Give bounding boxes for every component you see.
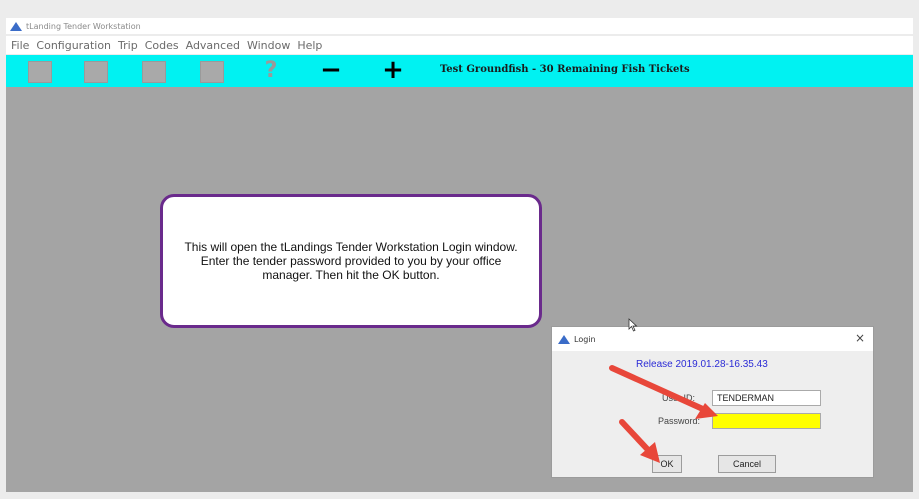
ok-button[interactable]: OK [652,455,682,473]
open-icon[interactable] [84,61,108,83]
password-label: Password: [658,416,701,426]
status-text: Test Groundfish - 30 Remaining Fish Tick… [440,64,690,75]
dialog-app-icon [558,334,570,344]
menu-codes[interactable]: Codes [145,39,179,52]
menu-trip[interactable]: Trip [118,39,138,52]
menu-bar: File Configuration Trip Codes Advanced W… [6,36,913,54]
close-icon[interactable]: × [855,331,865,345]
release-label: Release 2019.01.28-16.35.43 [636,359,768,370]
user-id-label: User ID: [662,393,696,403]
menu-advanced[interactable]: Advanced [186,39,240,52]
menu-configuration[interactable]: Configuration [36,39,111,52]
window-titlebar: tLanding Tender Workstation [6,18,913,34]
dialog-title: Login [574,334,596,344]
menu-file[interactable]: File [11,39,29,52]
app-icon [10,21,22,31]
screen-frame: tLanding Tender Workstation File Configu… [0,0,919,499]
save-icon[interactable] [142,61,166,83]
menu-help[interactable]: Help [297,39,322,52]
mouse-cursor-icon [628,318,638,332]
window-title: tLanding Tender Workstation [26,21,141,31]
callout-text: This will open the tLandings Tender Work… [184,240,518,282]
password-field[interactable] [712,413,821,429]
user-id-field[interactable]: TENDERMAN [712,390,821,406]
instruction-callout: This will open the tLandings Tender Work… [160,194,542,328]
new-icon[interactable] [28,61,52,83]
help-icon[interactable]: ? [260,60,282,82]
dialog-titlebar: Login × [552,327,873,351]
plus-icon[interactable]: + [382,57,404,83]
minus-icon[interactable]: − [320,57,342,83]
login-dialog: Login × Release 2019.01.28-16.35.43 User… [551,326,874,478]
cancel-button[interactable]: Cancel [718,455,776,473]
print-icon[interactable] [200,61,224,83]
toolbar: ? − + Test Groundfish - 30 Remaining Fis… [6,55,913,87]
menu-window[interactable]: Window [247,39,290,52]
